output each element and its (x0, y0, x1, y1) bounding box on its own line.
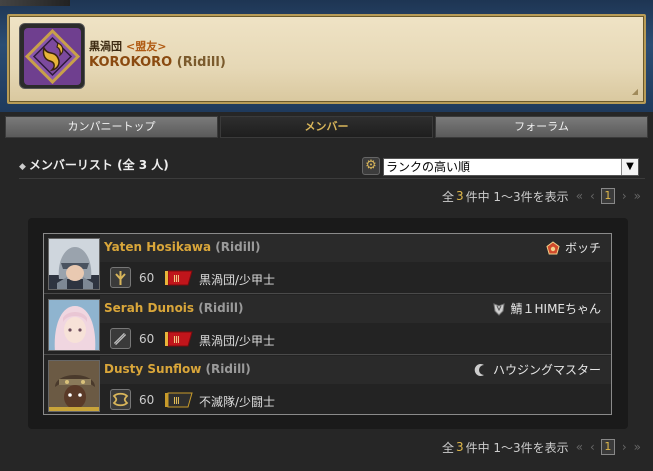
member-name[interactable]: Dusty Sunflow (Ridill) (104, 362, 251, 376)
member-world: (Ridill) (205, 362, 251, 376)
svg-text:Ⅲ: Ⅲ (173, 274, 180, 285)
members-panel: Yaten Hosikawa (Ridill) ボッチ 60 Ⅲ 黒渦団/少甲士… (28, 218, 628, 429)
member-world: (Ridill) (215, 240, 261, 254)
member-gc: 黒渦団/少甲士 (199, 334, 276, 348)
member-gc: 黒渦団/少甲士 (199, 273, 276, 287)
member-rank: 鯖１HIMEちゃん (492, 300, 602, 317)
svg-text:Ⅲ: Ⅲ (173, 335, 180, 346)
member-world: (Ridill) (198, 301, 244, 315)
member-name[interactable]: Serah Dunois (Ridill) (104, 301, 244, 315)
avatar[interactable] (48, 238, 100, 290)
next-page-icon[interactable]: › (622, 189, 627, 203)
company-rank-text: <盟友> (126, 40, 167, 53)
pager-total: 3 (455, 189, 464, 203)
tab-bar: カンパニートップ メンバー フォーラム (5, 116, 648, 138)
member-level: 60 (139, 271, 155, 285)
header-band: 黒渦団 <盟友> KOROKORO (Ridill) ◢ (0, 0, 653, 112)
player-name: KOROKORO (Ridill) (89, 55, 226, 70)
player-world-text: (Ridill) (176, 55, 226, 70)
pager-bottom: 全 3 件中 1～3件を表示 « ‹ 1 › » (442, 438, 641, 456)
first-page-icon[interactable]: « (576, 440, 583, 454)
member-level: 60 (139, 332, 155, 346)
member-list: Yaten Hosikawa (Ridill) ボッチ 60 Ⅲ 黒渦団/少甲士… (43, 233, 612, 415)
member-level: 60 (139, 393, 155, 407)
tab-forum[interactable]: フォーラム (435, 116, 648, 138)
dragoon-job-icon (110, 267, 131, 288)
pager-summary: 件中 1～3件を表示 (465, 189, 569, 204)
avatar-portrait-icon (49, 239, 99, 289)
member-row[interactable]: Serah Dunois (Ridill) 鯖１HIMEちゃん 60 Ⅲ 黒渦団… (44, 295, 611, 355)
company-banner: 黒渦団 <盟友> KOROKORO (Ridill) ◢ (7, 14, 646, 104)
maelstrom-icon: Ⅲ (165, 270, 193, 286)
pager-prefix: 全 (441, 189, 454, 204)
pager-prefix: 全 (441, 440, 454, 455)
banner-corner-ornament: ◢ (631, 87, 638, 96)
last-page-icon[interactable]: » (634, 189, 641, 203)
avatar-portrait-icon (49, 361, 99, 411)
first-page-icon[interactable]: « (576, 189, 583, 203)
sort-select[interactable]: ランクの高い順 ▼ (383, 158, 639, 176)
svg-text:Ⅲ: Ⅲ (173, 396, 180, 407)
member-row[interactable]: Dusty Sunflow (Ridill) ハウジングマスター 60 Ⅲ 不滅… (44, 356, 611, 416)
member-list-title: ◆ メンバーリスト (全 3 人) (19, 156, 169, 173)
prev-page-icon[interactable]: ‹ (590, 440, 595, 454)
player-name-text: KOROKORO (89, 55, 173, 70)
last-page-icon[interactable]: » (634, 440, 641, 454)
company-name: 黒渦団 <盟友> (89, 38, 166, 54)
divider (19, 178, 645, 179)
member-rank-text: ハウジングマスター (492, 363, 601, 377)
member-gc: 不滅隊/少闘士 (199, 395, 276, 409)
diamond-icon: ◆ (19, 162, 26, 172)
black-mage-job-icon (110, 328, 131, 349)
pager-total: 3 (455, 440, 464, 454)
member-name[interactable]: Yaten Hosikawa (Ridill) (104, 240, 261, 254)
member-name-text: Yaten Hosikawa (104, 240, 212, 254)
member-rank-text: ボッチ (564, 241, 601, 255)
monk-job-icon (110, 389, 131, 410)
crest-icon (24, 28, 81, 85)
member-row[interactable]: Yaten Hosikawa (Ridill) ボッチ 60 Ⅲ 黒渦団/少甲士 (44, 234, 611, 294)
rank-shield-icon (492, 302, 505, 316)
avatar[interactable] (48, 299, 100, 351)
member-name-text: Serah Dunois (104, 301, 195, 315)
pager-top: 全 3 件中 1～3件を表示 « ‹ 1 › » (442, 187, 641, 205)
member-rank: ハウジングマスター (474, 361, 601, 378)
sort-gear-icon: ⚙ (362, 157, 380, 175)
tab-members[interactable]: メンバー (220, 116, 433, 138)
member-rank-text: 鯖１HIMEちゃん (510, 302, 602, 316)
maelstrom-icon: Ⅲ (165, 331, 193, 347)
page-number[interactable]: 1 (600, 188, 615, 204)
member-list-title-text: メンバーリスト (全 3 人) (28, 158, 169, 172)
member-rank: ボッチ (546, 239, 601, 256)
company-name-text: 黒渦団 (89, 40, 122, 53)
member-name-text: Dusty Sunflow (104, 362, 202, 376)
rank-crescent-icon (474, 363, 484, 376)
next-page-icon[interactable]: › (622, 440, 627, 454)
immortal-flames-icon: Ⅲ (165, 392, 193, 408)
prev-page-icon[interactable]: ‹ (590, 189, 595, 203)
page-number[interactable]: 1 (600, 439, 615, 455)
company-crest[interactable] (19, 23, 85, 89)
rank-pentagon-icon (546, 240, 560, 254)
chevron-down-icon[interactable]: ▼ (621, 159, 638, 175)
pager-summary: 件中 1～3件を表示 (465, 440, 569, 455)
sort-selected-value: ランクの高い順 (386, 160, 471, 174)
tab-company-top[interactable]: カンパニートップ (5, 116, 218, 138)
avatar[interactable] (48, 360, 100, 412)
avatar-portrait-icon (49, 300, 99, 350)
